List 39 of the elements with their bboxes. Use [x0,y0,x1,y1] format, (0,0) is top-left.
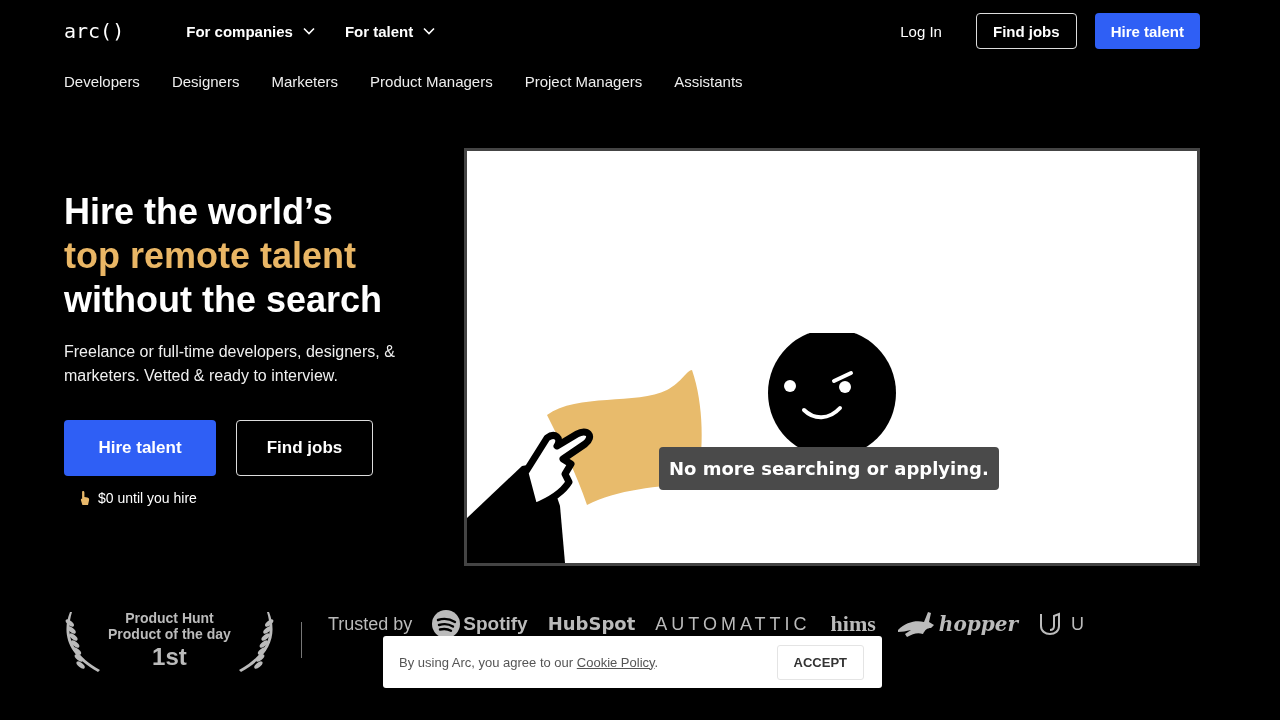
award-label: Product Hunt [125,610,214,626]
u-shape-icon [1038,611,1062,637]
company-logo: HubSpot [547,612,636,636]
chevron-icon [423,27,436,35]
headline-line: Hire the world’s [64,190,334,234]
hire-talent-button[interactable]: Hire talent [64,420,216,476]
nav-dropdown[interactable]: For talent [344,22,436,40]
category-link[interactable]: Product Managers [370,72,493,90]
accept-button[interactable]: ACCEPT [776,644,864,680]
trusted-by-label: Trusted by [327,613,413,636]
company-logo: U [1071,613,1084,636]
cookie-policy-link[interactable]: Cookie Policy [576,654,655,670]
video-caption: No more searching or applying. [659,447,999,490]
find-jobs-button[interactable]: Find jobs [236,420,373,476]
headline-line: top remote talent [64,234,358,278]
category-link[interactable]: Developers [64,72,140,90]
company-logo: hopper [938,612,1018,636]
cookie-notice: By using Arc, you agree to our Cookie Policy. [399,654,659,670]
category-link[interactable]: Project Managers [524,72,643,90]
hire-talent-button[interactable]: Hire talent [1094,13,1200,49]
arc-logo[interactable]: arc() [64,19,125,43]
find-jobs-button[interactable]: Find jobs [975,13,1077,49]
sound-waves-icon [432,610,461,638]
login-link[interactable]: Log In [900,22,942,40]
award-label: Product of the day [108,626,231,642]
company-logo: hims [830,612,876,636]
category-link[interactable]: Designers [171,72,240,90]
headline-line: without the search [64,278,384,322]
nav-dropdown[interactable]: For companies [186,22,315,40]
laurel-icon [64,610,102,672]
category-link[interactable]: Marketers [271,72,339,90]
pointing-hand-icon [80,490,90,506]
company-logo: Spotify [463,612,528,636]
company-logo: AUTOMATTIC [655,613,811,636]
category-link[interactable]: Assistants [674,72,743,90]
hero-subtitle: Freelance or full-time developers, designers, & marketers. Vetted & ready to interview. [64,342,396,386]
pricing-note: $0 until you hire [98,490,197,506]
chevron-icon [302,27,315,35]
award-rank: 1st [152,642,187,672]
